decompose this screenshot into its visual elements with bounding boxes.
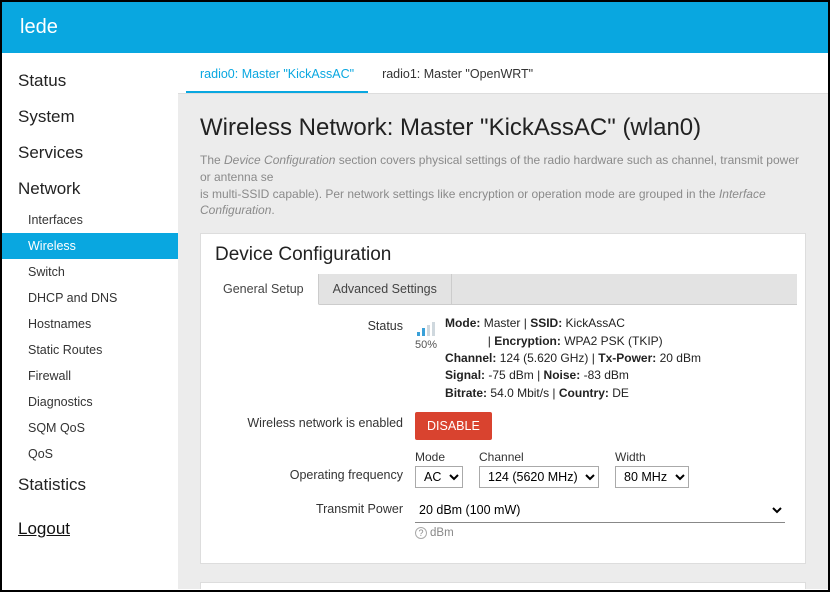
frequency-row: Operating frequency Mode AC Channel 124 … — [215, 450, 791, 488]
device-tab-advanced[interactable]: Advanced Settings — [319, 274, 452, 304]
status-row: Status 50% — [215, 315, 791, 402]
nav-qos[interactable]: QoS — [2, 441, 178, 467]
nav-wireless[interactable]: Wireless — [2, 233, 178, 259]
page-title: Wireless Network: Master "KickAssAC" (wl… — [178, 106, 828, 152]
nav-firewall[interactable]: Firewall — [2, 363, 178, 389]
nav-services[interactable]: Services — [2, 135, 178, 171]
main-area: radio0: Master "KickAssAC" radio1: Maste… — [178, 53, 828, 589]
channel-select[interactable]: 124 (5620 MHz) — [479, 466, 599, 488]
nav-interfaces[interactable]: Interfaces — [2, 207, 178, 233]
app-header: lede — [2, 2, 828, 53]
mode-select[interactable]: AC — [415, 466, 463, 488]
sidebar: Status System Services Network Interface… — [2, 53, 178, 589]
device-tab-general[interactable]: General Setup — [209, 274, 319, 305]
signal-indicator: 50% — [415, 315, 437, 351]
nav-diagnostics[interactable]: Diagnostics — [2, 389, 178, 415]
signal-percent: 50% — [415, 339, 437, 351]
content-scroll: Wireless Network: Master "KickAssAC" (wl… — [178, 94, 828, 589]
nav-system[interactable]: System — [2, 99, 178, 135]
tab-radio0[interactable]: radio0: Master "KickAssAC" — [186, 57, 368, 93]
signal-bars-icon — [417, 322, 435, 336]
txpower-label: Transmit Power — [215, 498, 415, 516]
interface-config-panel: Interface Configuration General Setup Wi… — [200, 582, 806, 589]
nav-static-routes[interactable]: Static Routes — [2, 337, 178, 363]
device-tabs: General Setup Advanced Settings — [209, 274, 797, 305]
txpower-row: Transmit Power 20 dBm (100 mW) ?dBm — [215, 498, 791, 539]
mode-head: Mode — [415, 450, 463, 464]
enabled-row: Wireless network is enabled DISABLE — [215, 412, 791, 440]
width-head: Width — [615, 450, 689, 464]
frequency-label: Operating frequency — [215, 450, 415, 482]
nav-status[interactable]: Status — [2, 63, 178, 99]
width-select[interactable]: 80 MHz — [615, 466, 689, 488]
enabled-label: Wireless network is enabled — [215, 412, 415, 430]
radio-tabbar: radio0: Master "KickAssAC" radio1: Maste… — [178, 57, 828, 94]
device-config-title: Device Configuration — [201, 242, 805, 274]
help-icon: ? — [415, 527, 427, 539]
nav-network[interactable]: Network — [2, 171, 178, 207]
device-config-panel: Device Configuration General Setup Advan… — [200, 233, 806, 564]
nav-dhcp-dns[interactable]: DHCP and DNS — [2, 285, 178, 311]
nav-statistics[interactable]: Statistics — [2, 467, 178, 503]
status-details: Mode: Master | SSID: KickAssAC BSSID: | … — [445, 315, 701, 402]
nav-sqm-qos[interactable]: SQM QoS — [2, 415, 178, 441]
device-form: Status 50% — [201, 305, 805, 539]
app-container: Status System Services Network Interface… — [2, 53, 828, 589]
nav-hostnames[interactable]: Hostnames — [2, 311, 178, 337]
txpower-select[interactable]: 20 dBm (100 mW) — [415, 498, 785, 523]
nav-switch[interactable]: Switch — [2, 259, 178, 285]
txpower-help: ?dBm — [415, 527, 791, 539]
tab-radio1[interactable]: radio1: Master "OpenWRT" — [368, 57, 547, 93]
status-label: Status — [215, 315, 415, 333]
app-title: lede — [20, 16, 58, 38]
channel-head: Channel — [479, 450, 599, 464]
page-description: The Device Configuration section covers … — [178, 152, 828, 233]
disable-button[interactable]: DISABLE — [415, 412, 492, 440]
logout-link[interactable]: Logout — [2, 503, 178, 555]
